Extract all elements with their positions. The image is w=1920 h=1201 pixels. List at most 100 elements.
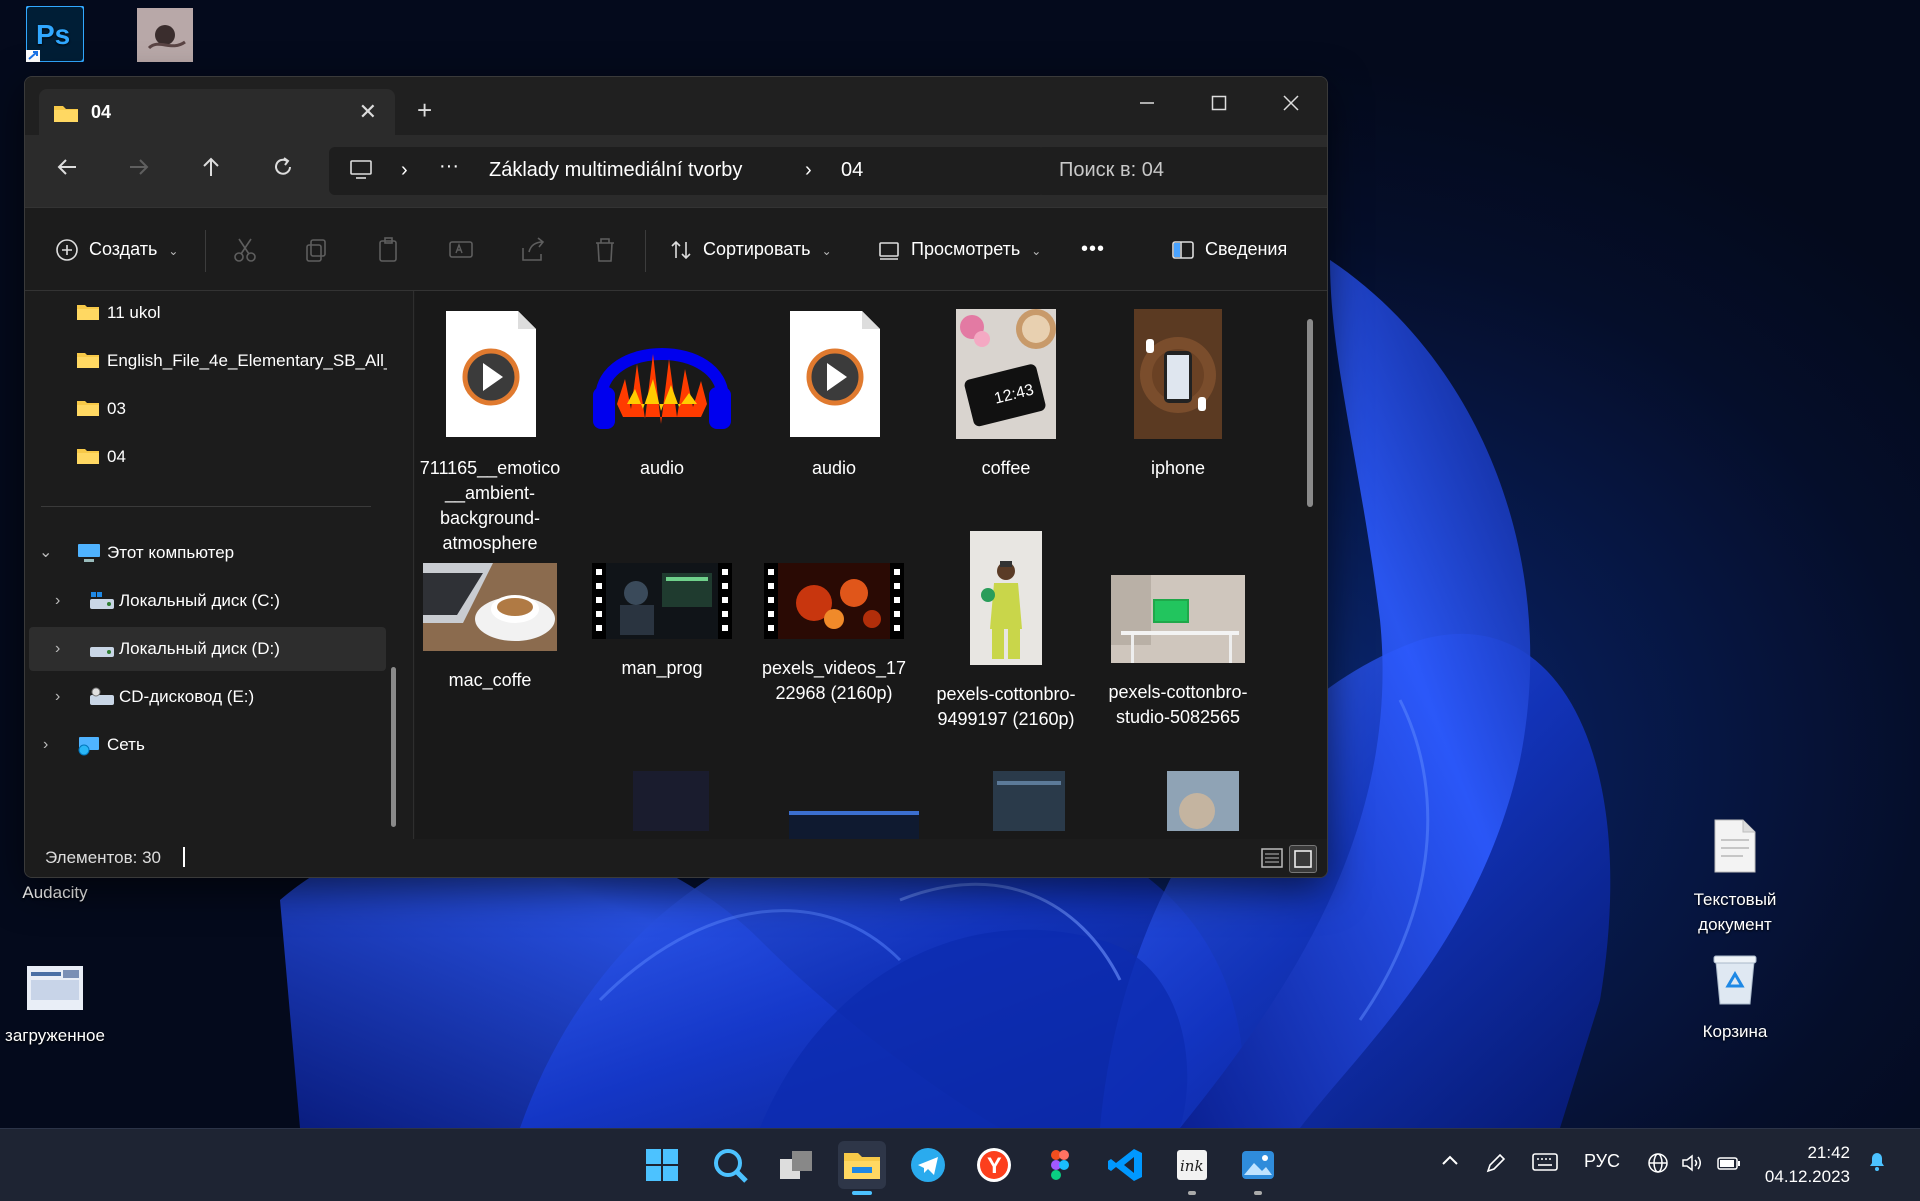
- minimize-button[interactable]: [1111, 85, 1183, 125]
- text-cursor: [183, 847, 185, 867]
- content-scrollbar[interactable]: [1307, 319, 1313, 507]
- desktop-icon-text-document[interactable]: Текстовый документ: [1680, 818, 1790, 937]
- taskbar-photos[interactable]: [1234, 1141, 1282, 1195]
- forward-button[interactable]: [119, 153, 159, 189]
- desktop-icon-download[interactable]: загруженное: [0, 966, 110, 1048]
- details-button[interactable]: Сведения: [1171, 232, 1287, 268]
- show-hidden-icons-button[interactable]: [1440, 1151, 1460, 1176]
- chevron-right-icon[interactable]: ›: [55, 627, 60, 671]
- details-view-button[interactable]: [1259, 845, 1285, 871]
- new-tab-button[interactable]: +: [417, 95, 432, 126]
- share-icon[interactable]: [519, 236, 547, 264]
- file-item[interactable]: 12:43 coffee: [931, 309, 1081, 481]
- file-explorer-icon: [844, 1153, 880, 1179]
- taskbar-yandex-browser[interactable]: Y: [970, 1141, 1018, 1189]
- search-button[interactable]: [706, 1141, 754, 1189]
- file-name: pexels-cottonbro-studio-5082565: [1108, 682, 1248, 727]
- breadcrumb-more[interactable]: ···: [439, 155, 459, 178]
- search-box[interactable]: Поиск в: 04: [1037, 147, 1327, 195]
- nav-drive-label: Локальный диск (C:): [119, 591, 280, 610]
- chevron-down-icon: ⌄: [168, 244, 179, 258]
- touch-keyboard-button[interactable]: [1532, 1151, 1558, 1178]
- nav-folder[interactable]: 11 ukol: [25, 291, 403, 335]
- file-name: audio: [811, 458, 857, 478]
- tab-04[interactable]: 04 ✕: [39, 89, 395, 135]
- breadcrumb-current[interactable]: 04: [841, 159, 863, 182]
- nav-drive-d[interactable]: › Локальный диск (D:): [29, 627, 386, 671]
- nav-this-pc-label: Этот компьютер: [107, 543, 235, 562]
- nav-folder[interactable]: 03: [25, 387, 403, 431]
- maximize-icon: [1211, 95, 1227, 111]
- desktop-icon-photoshop[interactable]: Ps: [0, 5, 110, 75]
- desktop-icon-recycle-bin[interactable]: Корзина: [1680, 952, 1790, 1044]
- taskbar-vscode[interactable]: [1102, 1141, 1150, 1189]
- file-item[interactable]: pexels_videos_1722968 (2160p): [759, 531, 909, 706]
- tab-title: 04: [91, 102, 112, 122]
- file-item[interactable]: pexels-cottonbro-studio-5082565: [1103, 531, 1253, 730]
- chevron-down-icon[interactable]: ⌄: [39, 531, 52, 575]
- address-bar[interactable]: › ··· Základy multimediální tvorby › 04: [329, 147, 1045, 195]
- pen-menu-button[interactable]: [1484, 1151, 1508, 1180]
- file-item[interactable]: pexels-cottonbro-9499197 (2160p): [931, 531, 1081, 732]
- chevron-right-icon[interactable]: ›: [55, 579, 60, 623]
- file-item[interactable]: 711165__emotico__ambient-background-atmo…: [415, 309, 565, 556]
- nav-network[interactable]: › Сеть: [25, 723, 403, 767]
- video-thumbnail: [764, 563, 904, 639]
- copy-icon[interactable]: [303, 236, 331, 264]
- volume-button[interactable]: [1680, 1151, 1704, 1180]
- large-icons-view-button[interactable]: [1289, 845, 1317, 873]
- maximize-button[interactable]: [1183, 85, 1255, 125]
- nav-this-pc[interactable]: ⌄ Этот компьютер: [25, 531, 403, 575]
- chevron-right-icon[interactable]: ›: [55, 675, 60, 719]
- drive-icon: [90, 647, 114, 657]
- refresh-button[interactable]: [263, 153, 303, 189]
- system-clock[interactable]: 21:42 04.12.2023: [1765, 1141, 1850, 1189]
- task-view-icon: [780, 1151, 812, 1179]
- file-item[interactable]: man_prog: [587, 531, 737, 681]
- breadcrumb-parent[interactable]: Základy multimediální tvorby: [489, 159, 742, 182]
- rename-icon[interactable]: [447, 236, 475, 264]
- sort-button[interactable]: Сортировать ⌄: [669, 232, 832, 268]
- arrow-right-icon: [130, 159, 149, 175]
- folder-icon: [54, 106, 78, 122]
- desktop-icon-image[interactable]: [110, 8, 220, 75]
- desktop-icon-audacity[interactable]: Audacity: [0, 880, 110, 905]
- start-button[interactable]: [638, 1141, 686, 1189]
- more-options-button[interactable]: •••: [1081, 232, 1105, 268]
- taskbar-file-explorer[interactable]: [838, 1141, 886, 1195]
- nav-folder[interactable]: 04: [25, 435, 403, 479]
- nav-scrollbar[interactable]: [391, 667, 396, 827]
- iphone-photo-thumbnail: [1134, 309, 1222, 439]
- back-button[interactable]: [47, 153, 87, 189]
- paste-icon[interactable]: [375, 236, 403, 264]
- delete-icon[interactable]: [591, 236, 619, 264]
- nav-drive-e[interactable]: › CD-дисковод (E:): [25, 675, 403, 719]
- file-name: iphone: [1150, 458, 1206, 478]
- nav-folder[interactable]: English_File_4e_Elementary_SB_All_A: [25, 339, 403, 383]
- file-item[interactable]: iphone: [1103, 309, 1253, 481]
- battery-button[interactable]: [1716, 1151, 1742, 1180]
- figma-icon: [1051, 1150, 1069, 1180]
- nav-drive-c[interactable]: › Локальный диск (C:): [25, 579, 403, 623]
- task-view-button[interactable]: [772, 1141, 820, 1189]
- audacity-icon: [593, 348, 731, 429]
- view-button[interactable]: Просмотреть ⌄: [877, 232, 1041, 268]
- create-button[interactable]: Создать ⌄: [55, 232, 178, 268]
- file-item[interactable]: audio: [587, 309, 737, 481]
- file-item[interactable]: mac_coffe: [415, 531, 565, 693]
- input-language[interactable]: РУС: [1584, 1151, 1620, 1172]
- taskbar: Y ink РУС 21:42 04.12.2023: [0, 1128, 1920, 1201]
- file-explorer-window: 04 ✕ + › ··· Základy multimediální tvorb…: [24, 76, 1328, 878]
- yandex-browser-icon: Y: [977, 1148, 1011, 1182]
- notifications-button[interactable]: [1866, 1149, 1888, 1178]
- file-item[interactable]: audio: [759, 309, 909, 481]
- taskbar-inkscape[interactable]: ink: [1168, 1141, 1216, 1195]
- network-status-button[interactable]: [1646, 1151, 1670, 1180]
- chevron-right-icon[interactable]: ›: [43, 723, 48, 767]
- up-button[interactable]: [191, 153, 231, 189]
- close-window-button[interactable]: [1255, 85, 1327, 125]
- close-tab-icon[interactable]: ✕: [359, 99, 377, 125]
- cut-icon[interactable]: [231, 236, 259, 264]
- taskbar-figma[interactable]: [1036, 1141, 1084, 1189]
- taskbar-telegram[interactable]: [904, 1141, 952, 1189]
